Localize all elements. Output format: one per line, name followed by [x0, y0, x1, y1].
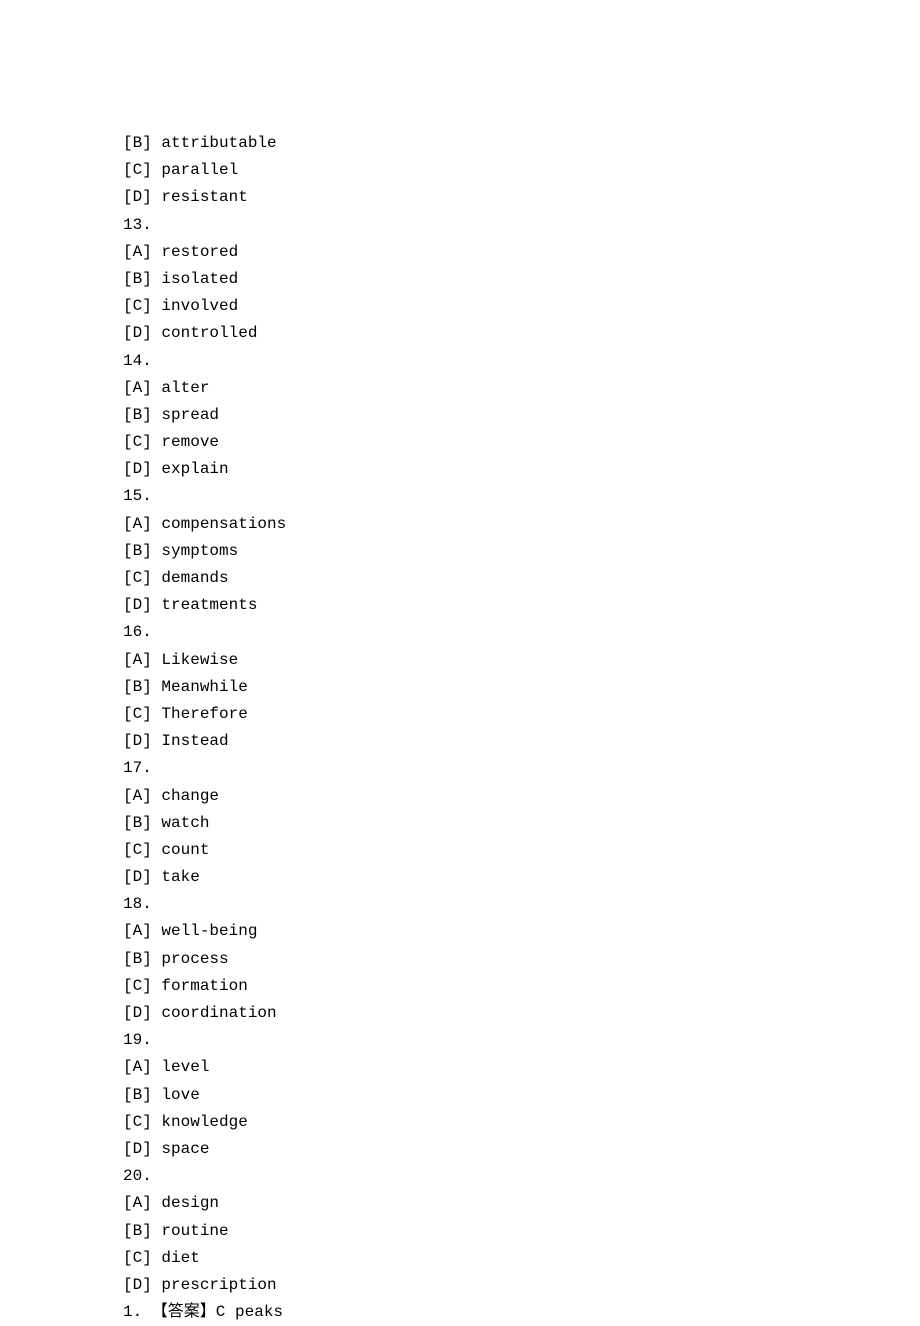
text-line: 13.	[123, 212, 920, 239]
text-line: [C] knowledge	[123, 1109, 920, 1136]
text-line: [D] Instead	[123, 728, 920, 755]
text-line: 14.	[123, 348, 920, 375]
text-line: [A] Likewise	[123, 647, 920, 674]
text-line: [D] controlled	[123, 320, 920, 347]
text-line: 20.	[123, 1163, 920, 1190]
text-line: [B] attributable	[123, 130, 920, 157]
text-line: [A] level	[123, 1054, 920, 1081]
text-line: [B] spread	[123, 402, 920, 429]
text-line: [A] change	[123, 783, 920, 810]
text-line: [A] well-being	[123, 918, 920, 945]
text-line: [B] Meanwhile	[123, 674, 920, 701]
text-line: [B] routine	[123, 1218, 920, 1245]
text-line: [D] treatments	[123, 592, 920, 619]
text-line: [C] parallel	[123, 157, 920, 184]
text-line: 15.	[123, 483, 920, 510]
text-line: [C] diet	[123, 1245, 920, 1272]
text-line: [C] demands	[123, 565, 920, 592]
text-line: [D] coordination	[123, 1000, 920, 1027]
text-line: [D] prescription	[123, 1272, 920, 1299]
text-line: [D] take	[123, 864, 920, 891]
text-line: [B] watch	[123, 810, 920, 837]
text-line: [B] love	[123, 1082, 920, 1109]
text-line: 19.	[123, 1027, 920, 1054]
text-line: [B] isolated	[123, 266, 920, 293]
text-line: [D] explain	[123, 456, 920, 483]
text-line: 18.	[123, 891, 920, 918]
text-line: [A] design	[123, 1190, 920, 1217]
text-line: [C] remove	[123, 429, 920, 456]
text-line: [A] compensations	[123, 511, 920, 538]
text-line: [C] formation	[123, 973, 920, 1000]
document-page: [B] attributable [C] parallel [D] resist…	[0, 0, 920, 1326]
text-line: [A] restored	[123, 239, 920, 266]
text-line: 17.	[123, 755, 920, 782]
text-line: 16.	[123, 619, 920, 646]
text-line: [C] involved	[123, 293, 920, 320]
text-line: [B] process	[123, 946, 920, 973]
text-line: [C] count	[123, 837, 920, 864]
text-line: [D] space	[123, 1136, 920, 1163]
text-line: 1. 【答案】C peaks	[123, 1299, 920, 1326]
text-line: [B] symptoms	[123, 538, 920, 565]
text-line: [A] alter	[123, 375, 920, 402]
text-line: [C] Therefore	[123, 701, 920, 728]
text-line: [D] resistant	[123, 184, 920, 211]
